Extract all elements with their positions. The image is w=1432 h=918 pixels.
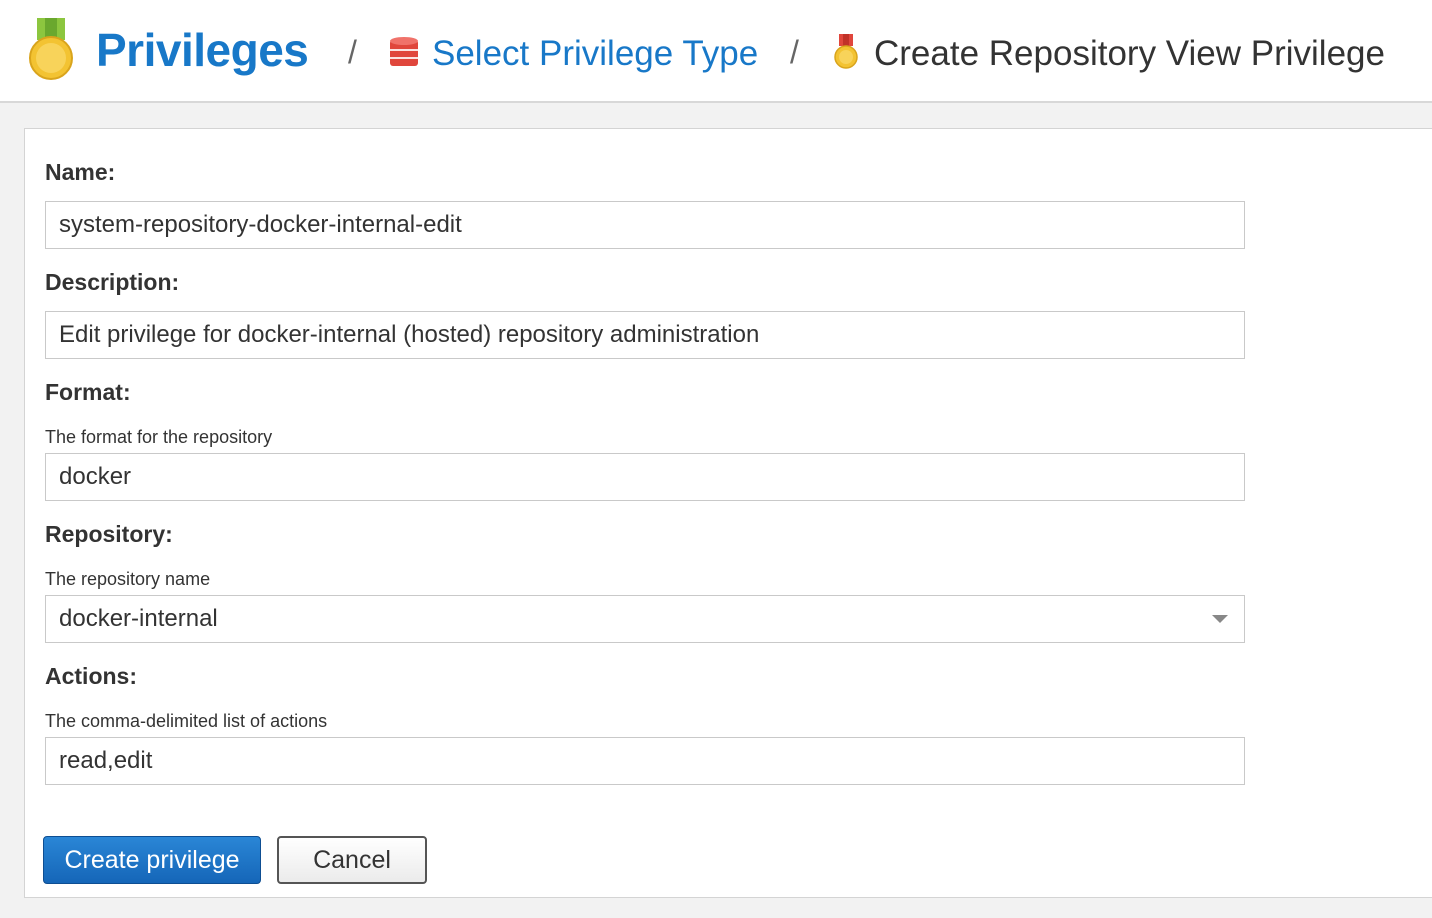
medal-icon bbox=[833, 34, 859, 70]
actions-label: Actions: bbox=[45, 663, 137, 689]
breadcrumb-separator: / bbox=[348, 34, 357, 70]
name-input[interactable] bbox=[45, 201, 1245, 249]
repository-select[interactable]: docker-internal bbox=[45, 595, 1245, 643]
breadcrumb-select-type-link[interactable]: Select Privilege Type bbox=[432, 30, 758, 78]
repository-select-value: docker-internal bbox=[59, 605, 218, 632]
description-input[interactable] bbox=[45, 311, 1245, 359]
actions-input[interactable] bbox=[45, 737, 1245, 785]
breadcrumb-root-link[interactable]: Privileges bbox=[96, 20, 309, 80]
description-label: Description: bbox=[45, 269, 180, 295]
chevron-down-icon[interactable] bbox=[1212, 615, 1228, 623]
actions-help-text: The comma-delimited list of actions bbox=[45, 711, 328, 731]
repository-help-text: The repository name bbox=[45, 569, 211, 589]
create-privilege-button[interactable]: Create privilege bbox=[43, 836, 261, 884]
name-label: Name: bbox=[45, 159, 116, 185]
format-input[interactable] bbox=[45, 453, 1245, 501]
breadcrumb: Privileges / Select Privilege Type / Cre… bbox=[0, 0, 1432, 103]
cancel-button[interactable]: Cancel bbox=[277, 836, 427, 884]
breadcrumb-current: Create Repository View Privilege bbox=[874, 34, 1385, 73]
medal-icon bbox=[26, 18, 76, 82]
repository-label: Repository: bbox=[45, 521, 173, 547]
format-label: Format: bbox=[45, 379, 131, 405]
database-icon bbox=[389, 36, 419, 68]
privilege-form: Name: Description: Format: The format fo… bbox=[24, 128, 1432, 898]
format-help-text: The format for the repository bbox=[45, 427, 273, 447]
breadcrumb-separator: / bbox=[790, 34, 799, 70]
